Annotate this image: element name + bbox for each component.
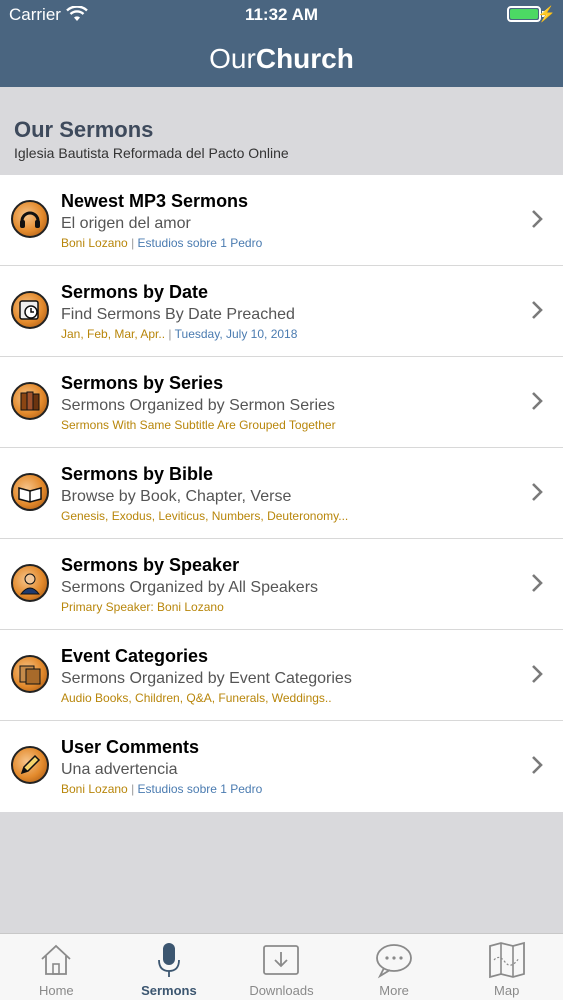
battery-icon (507, 6, 541, 22)
row-detail-text: Audio Books, Children, Q&A, Funerals, We… (61, 691, 332, 705)
row-title: Event Categories (61, 646, 209, 666)
tab-label: Home (38, 983, 74, 998)
row-detail-text: Primary Speaker: Boni Lozano (61, 600, 224, 614)
row-newest-mp3-sermons[interactable]: Newest MP3 Sermons El origen del amor Bo… (0, 175, 563, 266)
row-detail-series: Estudios sobre 1 Pedro (137, 782, 263, 796)
row-title: Sermons by Series (61, 373, 224, 393)
page-subtitle: Iglesia Bautista Reformada del Pacto Onl… (14, 145, 289, 161)
row-detail-series: Estudios sobre 1 Pedro (137, 236, 263, 250)
row-user-comments[interactable]: User Comments Una advertencia Boni Lozan… (0, 721, 563, 812)
row-detail-text: Genesis, Exodus, Leviticus, Numbers, Deu… (61, 509, 349, 523)
open-bible-icon (11, 473, 49, 511)
row-detail-speaker: Boni Lozano (61, 782, 128, 796)
books-icon (11, 382, 49, 420)
row-sermons-by-speaker[interactable]: Sermons by Speaker Sermons Organized by … (0, 539, 563, 630)
headphones-icon (11, 200, 49, 238)
tab-label: Map (494, 983, 520, 998)
chevron-right-icon (532, 392, 543, 410)
home-icon (41, 944, 71, 975)
tab-home[interactable]: Home (0, 934, 113, 1000)
row-title: Sermons by Date (61, 282, 209, 302)
row-detail-speaker: Boni Lozano (61, 236, 128, 250)
row-detail: Sermons With Same Subtitle Are Grouped T… (61, 418, 336, 432)
chevron-right-icon (532, 483, 543, 501)
row-subtitle: Browse by Book, Chapter, Verse (61, 488, 292, 505)
section-header: Our Sermons Iglesia Bautista Reformada d… (0, 87, 563, 175)
tab-label: More (379, 983, 409, 998)
row-detail-separator: | (127, 782, 138, 796)
page-title: Our Sermons (14, 117, 154, 142)
row-detail: Genesis, Exodus, Leviticus, Numbers, Deu… (61, 509, 348, 523)
status-bar: Carrier 11:32 AM ⚡ (0, 0, 563, 30)
download-icon (263, 945, 300, 975)
row-detail-text: Sermons With Same Subtitle Are Grouped T… (61, 418, 336, 432)
app-title-bold: Church (255, 43, 354, 74)
row-title: User Comments (61, 737, 200, 757)
chevron-right-icon (532, 574, 543, 592)
chevron-right-icon (532, 210, 543, 228)
tab-label: Downloads (249, 983, 314, 998)
sermon-menu-list: Newest MP3 Sermons El origen del amor Bo… (0, 175, 563, 812)
folders-icon (11, 655, 49, 693)
charging-bolt-icon: ⚡ (537, 6, 556, 23)
row-detail: Jan, Feb, Mar, Apr.. | Tuesday, July 10,… (61, 327, 297, 341)
row-sermons-by-series[interactable]: Sermons by Series Sermons Organized by S… (0, 357, 563, 448)
row-subtitle: Sermons Organized by All Speakers (61, 579, 319, 596)
chevron-right-icon (532, 301, 543, 319)
row-title: Sermons by Bible (61, 464, 214, 484)
map-icon (488, 941, 525, 979)
row-sermons-by-bible[interactable]: Sermons by Bible Browse by Book, Chapter… (0, 448, 563, 539)
tab-bar: Home Sermons Downloads More Map (0, 933, 563, 1000)
app-title-light: Our (209, 43, 256, 74)
chevron-right-icon (532, 665, 543, 683)
tab-more[interactable]: More (338, 934, 451, 1000)
row-sermons-by-date[interactable]: Sermons by Date Find Sermons By Date Pre… (0, 266, 563, 357)
row-detail-date: Tuesday, July 10, 2018 (174, 327, 298, 341)
row-detail-months: Jan, Feb, Mar, Apr.. (61, 327, 166, 341)
row-title: Newest MP3 Sermons (61, 191, 249, 211)
row-detail: Boni Lozano | Estudios sobre 1 Pedro (61, 236, 262, 250)
clock: 11:32 AM (244, 5, 319, 24)
row-detail-separator: | (165, 327, 175, 341)
tab-label: Sermons (141, 983, 197, 998)
row-subtitle: Sermons Organized by Event Categories (61, 670, 352, 687)
row-detail-separator: | (127, 236, 138, 250)
row-title: Sermons by Speaker (61, 555, 240, 575)
tab-sermons[interactable]: Sermons (113, 934, 226, 1000)
row-subtitle: Sermons Organized by Sermon Series (61, 397, 335, 414)
tab-map[interactable]: Map (450, 934, 563, 1000)
calendar-clock-icon (11, 291, 49, 329)
row-subtitle: Una advertencia (61, 761, 178, 778)
chevron-right-icon (532, 756, 543, 774)
row-detail: Primary Speaker: Boni Lozano (61, 600, 224, 614)
row-detail: Boni Lozano | Estudios sobre 1 Pedro (61, 782, 262, 796)
speaker-person-icon (11, 564, 49, 602)
app-title-bar: OurChurch (0, 30, 563, 87)
row-subtitle: El origen del amor (61, 215, 191, 232)
row-detail: Audio Books, Children, Q&A, Funerals, We… (61, 691, 332, 705)
chat-bubble-icon (376, 944, 412, 979)
row-subtitle: Find Sermons By Date Preached (61, 306, 295, 323)
pencil-icon (11, 746, 49, 784)
microphone-icon (157, 943, 180, 977)
tab-downloads[interactable]: Downloads (225, 934, 338, 1000)
row-event-categories[interactable]: Event Categories Sermons Organized by Ev… (0, 630, 563, 721)
